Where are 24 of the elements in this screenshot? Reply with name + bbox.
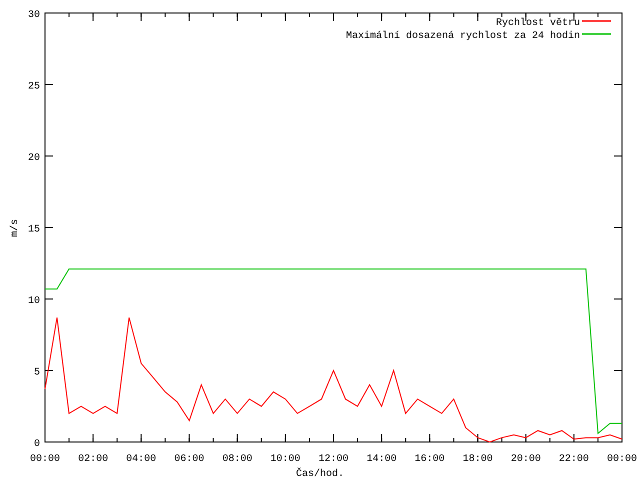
tick-label: 25 — [28, 82, 40, 92]
legend-label: Rychlost větru — [496, 18, 580, 29]
axis-title: m/s — [10, 219, 21, 237]
tick-label: 00:00 — [30, 454, 60, 465]
tick-label: 18:00 — [462, 454, 493, 465]
tick-label: 22:00 — [558, 454, 589, 465]
legend-label: Maximální dosazená rychlost za 24 hodin — [346, 31, 580, 42]
tick-label: 30 — [28, 10, 40, 21]
tick-label: 04:00 — [126, 454, 156, 465]
tick-label: 14:00 — [366, 454, 397, 465]
tick-label: 20 — [28, 153, 40, 164]
tick-label: 15 — [28, 224, 40, 236]
tick-label: 5 — [34, 368, 40, 378]
tick-label: 08:00 — [222, 454, 252, 465]
axis-title: Čas/hod. — [296, 469, 344, 480]
tick-label: 10:00 — [270, 454, 300, 465]
tick-label: 10 — [28, 296, 40, 307]
tick-label: 12:00 — [318, 454, 348, 465]
tick-label: 00:00 — [607, 454, 637, 465]
tick-label: 16:00 — [414, 454, 445, 465]
tick-label: 02:00 — [78, 454, 108, 465]
tick-label: 06:00 — [174, 454, 204, 465]
tick-label: 20:00 — [510, 454, 541, 465]
tick-label: 0 — [34, 439, 40, 450]
